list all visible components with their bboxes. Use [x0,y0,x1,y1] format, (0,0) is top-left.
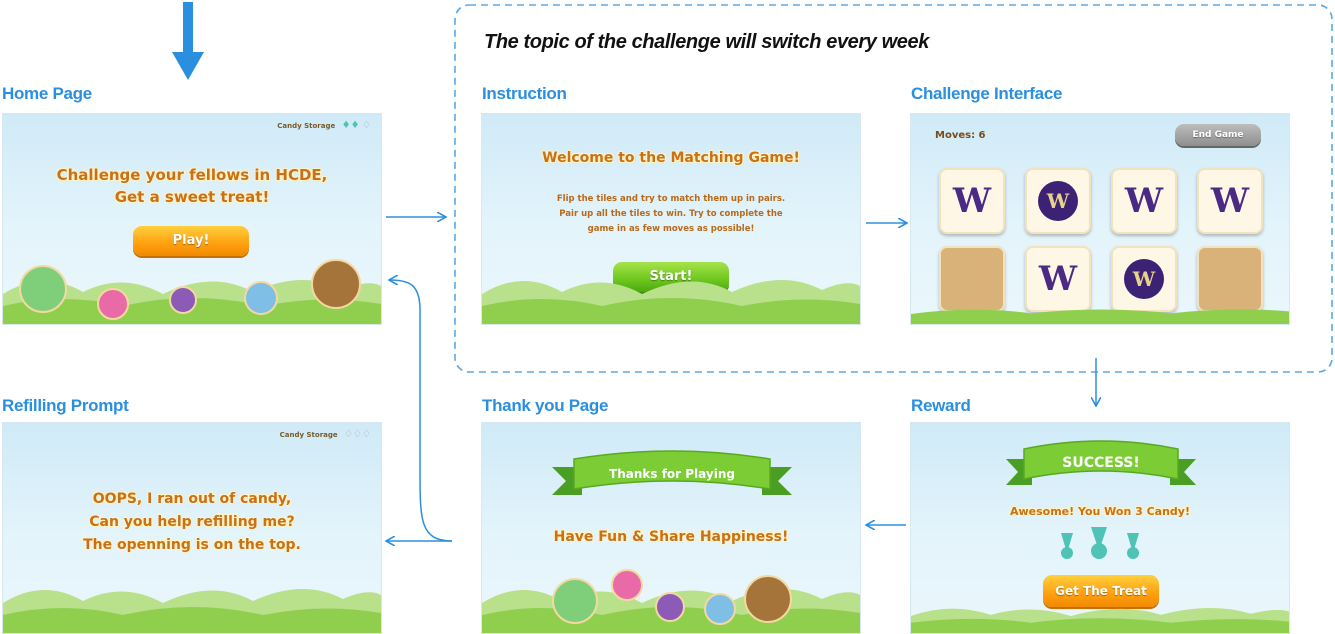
instruction-body-1: Flip the tiles and try to match them up … [556,194,786,204]
success-ribbon-banner: SUCCESS! [1006,440,1196,485]
candy-storage-indicator: Candy Storage ♢♢♢ [280,429,371,440]
instruction-body-3: game in as few moves as possible! [587,224,755,234]
home-headline-1: Challenge your fellows in HCDE, [56,166,328,184]
candy-icon [1061,533,1073,559]
play-button[interactable]: Play! [133,226,249,256]
arrow-refill-to-home [390,280,453,542]
matching-tile[interactable]: W [1111,168,1177,234]
matching-tile[interactable]: W [939,168,1005,234]
uw-circle-logo-icon: W [1038,181,1078,221]
candy-icon [1127,533,1139,559]
instruction-label: Instruction [482,84,567,103]
refill-line-2: Can you help refilling me? [89,514,295,530]
reward-message: Awesome! You Won 3 Candy! [1009,505,1190,518]
matching-tile[interactable]: W [1111,246,1177,312]
candy-storage-indicator: Candy Storage ♦♦ ♢ [277,120,371,131]
uw-w-logo-icon: W [1124,181,1164,221]
matching-tile-face-down[interactable] [939,246,1005,312]
husky-w-logo-icon: W [1038,259,1078,299]
entry-arrow [172,2,204,80]
husky-w-logo-icon: W [952,181,992,221]
grass-hills [911,309,1289,324]
home-page-label: Home Page [2,84,92,103]
uw-circle-logo-icon: W [1124,259,1164,299]
empty-candy-icon: ♢ [362,120,371,131]
candy-icon: ♦♦ [341,120,360,131]
challenge-interface-screen: Moves: 6 End Game W W W W W W [910,113,1290,325]
refilling-prompt-label: Refilling Prompt [2,396,129,415]
candy-icon [1091,527,1107,559]
matching-tile-face-down[interactable] [1197,246,1263,312]
thanks-ribbon-banner: Thanks for Playing [552,450,792,495]
grass-hills [3,588,381,633]
candy-rewards [1061,527,1139,559]
empty-candy-icon: ♢♢♢ [344,429,371,440]
grass-hills [911,608,1289,633]
candy-storage-label: Candy Storage [279,431,338,439]
reward-screen: SUCCESS! Awesome! You Won 3 Candy! Get T… [910,422,1290,634]
home-headline-2: Get a sweet treat! [114,188,270,206]
grass-hills [482,279,860,324]
thanks-banner-text: Thanks for Playing [609,467,735,481]
refilling-prompt-screen: Candy Storage ♢♢♢ OOPS, I ran out of can… [2,422,382,634]
refill-line-1: OOPS, I ran out of candy, [92,491,292,507]
moves-counter: Moves: 6 [935,130,986,141]
instruction-title: Welcome to the Matching Game! [542,150,800,166]
success-banner-text: SUCCESS! [1062,455,1140,471]
thanks-message: Have Fun & Share Happiness! [553,529,789,545]
instruction-screen: Welcome to the Matching Game! Flip the t… [481,113,861,325]
reward-label: Reward [911,396,971,415]
instruction-body-2: Pair up all the tiles to win. Try to com… [559,209,783,219]
cake-pops-decoration [19,259,361,320]
matching-tile[interactable]: W [1025,246,1091,312]
home-page-screen: Candy Storage ♦♦ ♢ Challenge your fellow… [2,113,382,325]
cake-pops-decoration [552,569,792,625]
candy-storage-label: Candy Storage [277,122,336,130]
callout-title: The topic of the challenge will switch e… [484,31,929,53]
thank-you-page-label: Thank you Page [482,396,609,415]
matching-tile[interactable]: W [1197,168,1263,234]
end-game-button[interactable]: End Game [1175,124,1261,146]
thank-you-screen: Thanks for Playing Have Fun & Share Happ… [481,422,861,634]
matching-tile[interactable]: W [1025,168,1091,234]
challenge-interface-label: Challenge Interface [911,84,1063,103]
refill-line-3: The openning is on the top. [83,537,301,553]
uw-w-logo-icon: W [1210,181,1250,221]
